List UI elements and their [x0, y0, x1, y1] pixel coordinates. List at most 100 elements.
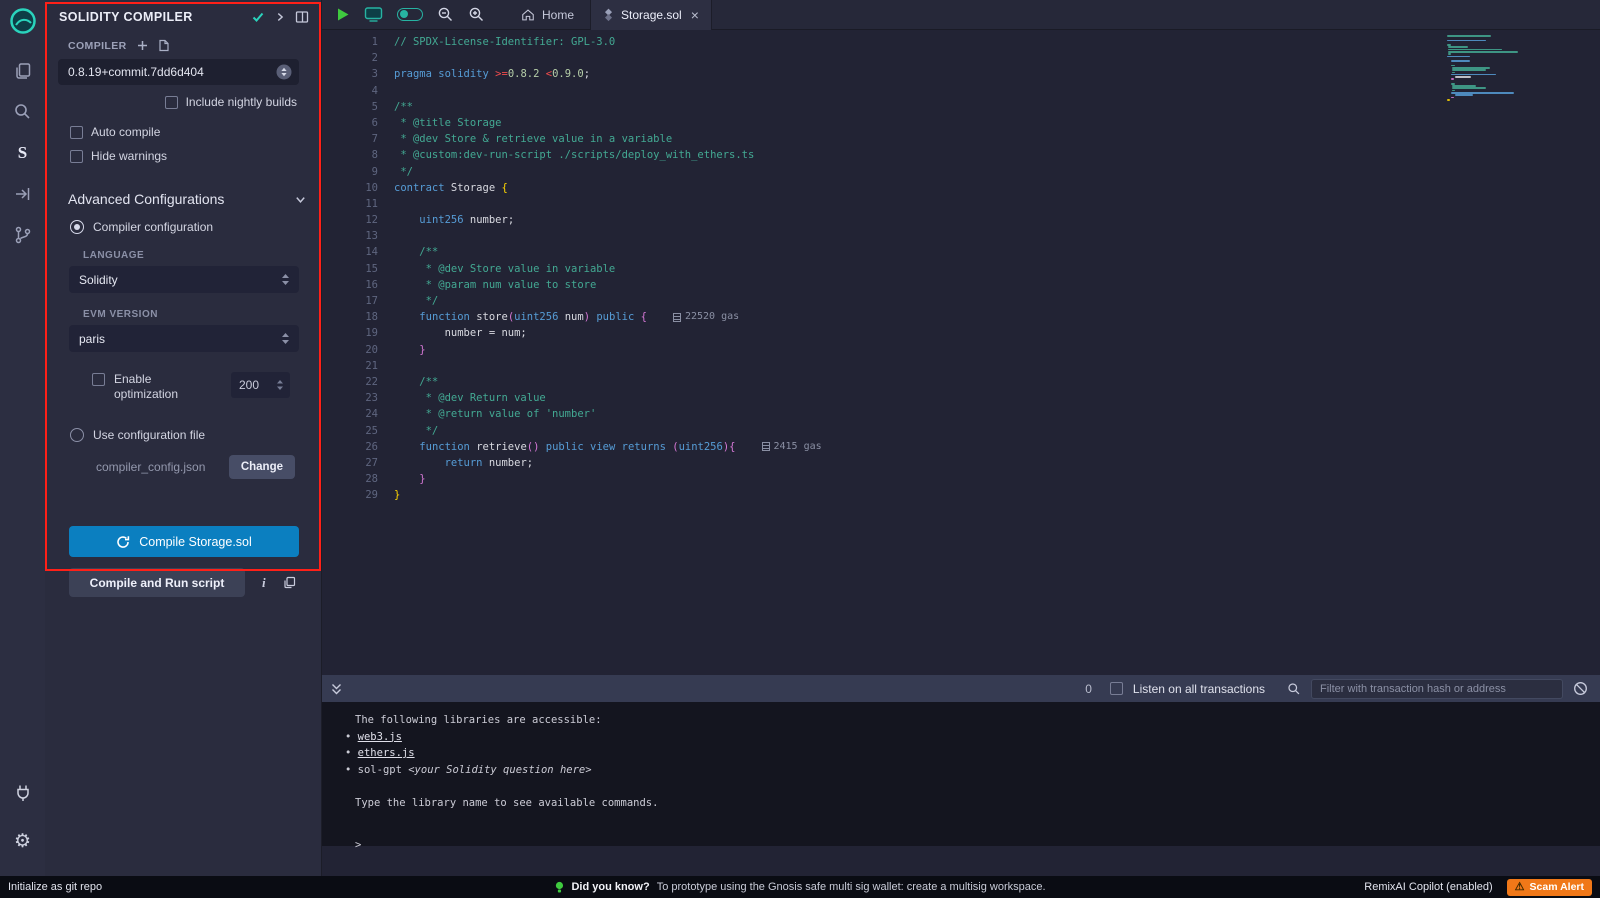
code-line[interactable]: 19 number = num; [322, 325, 1600, 341]
code-line[interactable]: 25 */ [322, 423, 1600, 439]
zoom-out-icon[interactable] [437, 6, 454, 23]
editor-toggle[interactable] [397, 8, 423, 21]
code-text[interactable]: pragma solidity >=0.8.2 <0.9.0; [378, 66, 590, 82]
terminal-link[interactable]: web3.js [358, 731, 402, 743]
code-line[interactable]: 11 [322, 196, 1600, 212]
code-text[interactable]: /** [378, 99, 413, 115]
close-tab-icon[interactable]: × [691, 8, 699, 22]
line-number[interactable]: 18 [322, 309, 378, 325]
code-text[interactable]: uint256 number; [378, 212, 514, 228]
line-number[interactable]: 22 [322, 374, 378, 390]
code-text[interactable] [378, 228, 394, 244]
terminal-link[interactable]: ethers.js [358, 747, 415, 759]
line-number[interactable]: 17 [322, 293, 378, 309]
compiler-configuration-radio[interactable] [70, 220, 84, 234]
code-text[interactable] [378, 358, 394, 374]
line-number[interactable]: 21 [322, 358, 378, 374]
solidity-compiler-icon[interactable]: S [0, 132, 45, 173]
line-number[interactable]: 9 [322, 164, 378, 180]
number-spinner-icon[interactable] [276, 379, 284, 391]
code-text[interactable]: contract Storage { [378, 180, 508, 196]
terminal[interactable]: The following libraries are accessible:•… [322, 702, 1600, 846]
code-line[interactable]: 26 function retrieve() public view retur… [322, 439, 1600, 455]
line-number[interactable]: 25 [322, 423, 378, 439]
line-number[interactable]: 15 [322, 261, 378, 277]
code-line[interactable]: 27 return number; [322, 455, 1600, 471]
code-line[interactable]: 8 * @custom:dev-run-script ./scripts/dep… [322, 147, 1600, 163]
code-line[interactable]: 13 [322, 228, 1600, 244]
code-line[interactable]: 14 /** [322, 244, 1600, 260]
code-line[interactable]: 23 * @dev Return value [322, 390, 1600, 406]
code-line[interactable]: 22 /** [322, 374, 1600, 390]
search-icon[interactable] [0, 91, 45, 132]
line-number[interactable]: 28 [322, 471, 378, 487]
code-text[interactable]: } [378, 471, 426, 487]
terminal-prompt[interactable]: > [355, 837, 1600, 854]
code-text[interactable]: * @title Storage [378, 115, 501, 131]
code-text[interactable]: // SPDX-License-Identifier: GPL-3.0 [378, 34, 615, 50]
code-text[interactable]: * @custom:dev-run-script ./scripts/deplo… [378, 147, 754, 163]
line-number[interactable]: 20 [322, 342, 378, 358]
compiler-version-select[interactable]: 0.8.19+commit.7dd6d404 [58, 59, 299, 85]
file-explorer-icon[interactable] [0, 50, 45, 91]
code-text[interactable]: function retrieve() public view returns … [378, 439, 822, 455]
scam-alert-badge[interactable]: ⚠ Scam Alert [1507, 879, 1592, 896]
compile-and-run-button[interactable]: Compile and Run script [69, 568, 245, 597]
add-compiler-icon[interactable] [137, 40, 148, 51]
clear-console-icon[interactable] [1573, 681, 1588, 696]
transaction-filter-input[interactable] [1311, 679, 1563, 699]
code-line[interactable]: 10contract Storage { [322, 180, 1600, 196]
code-line[interactable]: 16 * @param num value to store [322, 277, 1600, 293]
line-number[interactable]: 1 [322, 34, 378, 50]
code-line[interactable]: 4 [322, 83, 1600, 99]
tab-storage-sol[interactable]: Storage.sol × [590, 0, 712, 30]
compile-button[interactable]: Compile Storage.sol [69, 526, 299, 557]
code-text[interactable]: */ [378, 164, 413, 180]
terminal-search-icon[interactable] [1287, 682, 1301, 696]
copilot-status[interactable]: RemixAI Copilot (enabled) [1364, 881, 1492, 893]
hide-warnings-checkbox[interactable] [70, 150, 83, 163]
code-text[interactable]: } [378, 487, 400, 503]
minimap[interactable] [1447, 35, 1543, 101]
collapse-terminal-icon[interactable] [330, 682, 343, 696]
line-number[interactable]: 12 [322, 212, 378, 228]
language-select[interactable]: Solidity [69, 266, 299, 293]
line-number[interactable]: 14 [322, 244, 378, 260]
code-line[interactable]: 20 } [322, 342, 1600, 358]
line-number[interactable]: 26 [322, 439, 378, 455]
code-text[interactable] [378, 83, 394, 99]
code-line[interactable]: 9 */ [322, 164, 1600, 180]
line-number[interactable]: 5 [322, 99, 378, 115]
code-line[interactable]: 28 } [322, 471, 1600, 487]
line-number[interactable]: 19 [322, 325, 378, 341]
code-text[interactable]: * @return value of 'number' [378, 406, 596, 422]
line-number[interactable]: 7 [322, 131, 378, 147]
code-line[interactable]: 12 uint256 number; [322, 212, 1600, 228]
line-number[interactable]: 13 [322, 228, 378, 244]
line-number[interactable]: 4 [322, 83, 378, 99]
line-number[interactable]: 27 [322, 455, 378, 471]
git-icon[interactable] [0, 214, 45, 255]
line-number[interactable]: 11 [322, 196, 378, 212]
code-text[interactable] [378, 50, 394, 66]
code-text[interactable]: /** [378, 244, 438, 260]
code-text[interactable]: * @dev Return value [378, 390, 546, 406]
open-file-icon[interactable] [158, 39, 170, 52]
code-line[interactable]: 15 * @dev Store value in variable [322, 261, 1600, 277]
line-number[interactable]: 16 [322, 277, 378, 293]
auto-compile-checkbox[interactable] [70, 126, 83, 139]
settings-gear-icon[interactable]: ⚙ [0, 821, 45, 862]
code-line[interactable]: 5/** [322, 99, 1600, 115]
code-line[interactable]: 18 function store(uint256 num) public {2… [322, 309, 1600, 325]
code-text[interactable] [378, 196, 394, 212]
use-configuration-file-radio[interactable] [70, 428, 84, 442]
line-number[interactable]: 23 [322, 390, 378, 406]
terminal-icon[interactable] [364, 6, 383, 23]
info-icon[interactable]: i [262, 575, 266, 591]
code-editor[interactable]: 1// SPDX-License-Identifier: GPL-3.0 23 pr… [322, 30, 1600, 705]
run-script-play-icon[interactable] [336, 7, 350, 22]
code-line[interactable]: 7 * @dev Store & retrieve value in a var… [322, 131, 1600, 147]
plugin-manager-icon[interactable] [0, 772, 45, 813]
code-text[interactable]: function store(uint256 num) public {2252… [378, 309, 739, 325]
remix-logo[interactable] [8, 6, 38, 36]
